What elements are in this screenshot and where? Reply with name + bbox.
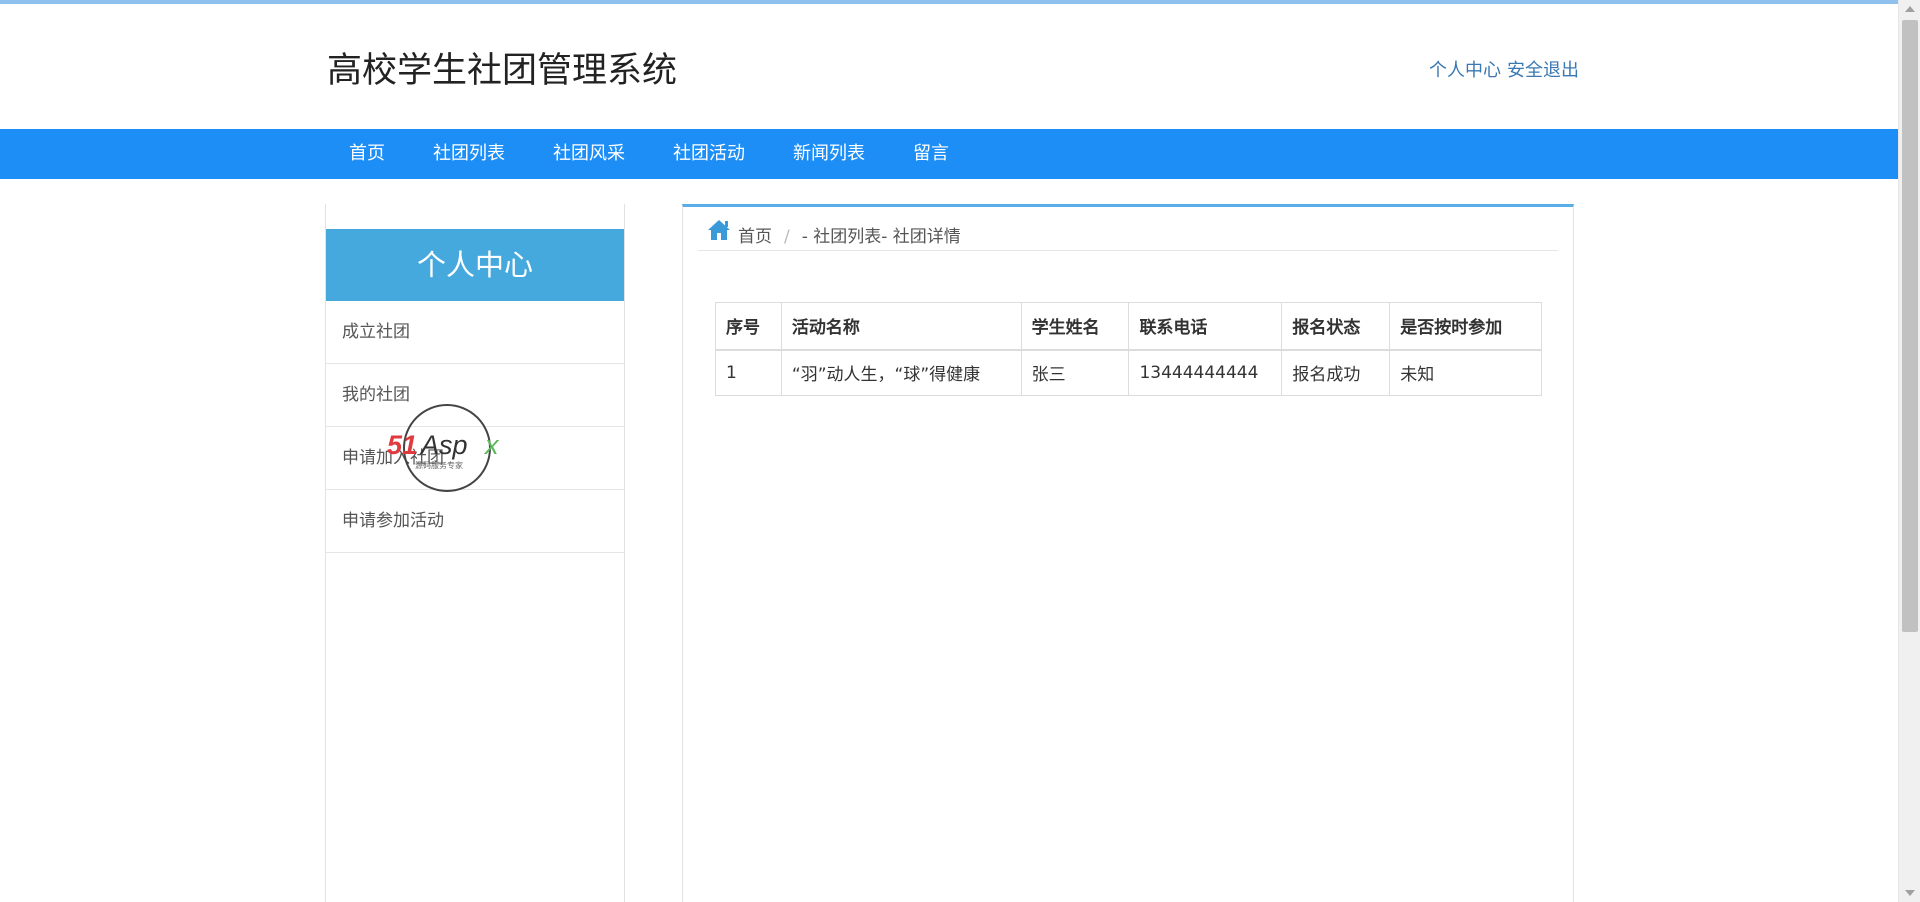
nav-item-home[interactable]: 首页 [325, 129, 409, 179]
header-links: 个人中心 安全退出 [1429, 56, 1579, 82]
svg-text:源码服务专家: 源码服务专家 [415, 460, 463, 470]
nav-item-club-list[interactable]: 社团列表 [409, 129, 529, 179]
col-header-signup-status: 报名状态 [1281, 302, 1391, 351]
svg-text:51: 51 [387, 430, 417, 460]
breadcrumb-current: - 社团列表- 社团详情 [801, 227, 961, 247]
cell-signup-status: 报名成功 [1281, 349, 1391, 396]
col-header-activity-name: 活动名称 [780, 302, 1022, 351]
watermark-logo: 51 Asp x 源码服务专家 [387, 404, 500, 492]
col-header-phone: 联系电话 [1128, 302, 1283, 351]
svg-text:x: x [483, 430, 500, 460]
nav-item-news-list[interactable]: 新闻列表 [769, 129, 889, 179]
sidebar: 个人中心 成立社团 我的社团 申请加入社团 申请参加活动 [325, 204, 625, 902]
nav-item-club-showcase[interactable]: 社团风采 [529, 129, 649, 179]
vertical-scrollbar[interactable] [1898, 0, 1920, 902]
header: 高校学生社团管理系统 个人中心 安全退出 [0, 4, 1898, 128]
site-title: 高校学生社团管理系统 [327, 51, 678, 91]
breadcrumb: 首页 / - 社团列表- 社团详情 [698, 215, 1558, 251]
sidebar-item-apply-activity[interactable]: 申请参加活动 [326, 490, 624, 553]
scroll-down-arrow-icon[interactable] [1899, 884, 1920, 902]
col-header-attended-on-time: 是否按时参加 [1389, 302, 1542, 351]
breadcrumb-home-link[interactable]: 首页 [738, 222, 772, 247]
cell-phone: 13444444444 [1128, 349, 1283, 396]
main-nav: 首页 社团列表 社团风采 社团活动 新闻列表 留言 [0, 129, 1898, 179]
svg-text:Asp: Asp [419, 430, 468, 460]
breadcrumb-separator: / [784, 227, 790, 247]
table-row: 1 “羽”动人生，“球”得健康 张三 13444444444 报名成功 未知 [715, 349, 1542, 396]
cell-attended-on-time: 未知 [1389, 349, 1542, 396]
sidebar-item-create-club[interactable]: 成立社团 [326, 301, 624, 364]
activity-table: 序号 活动名称 学生姓名 联系电话 报名状态 是否按时参加 1 “羽”动人生，“… [715, 302, 1542, 396]
cell-student-name: 张三 [1020, 349, 1130, 396]
main-panel: 首页 / - 社团列表- 社团详情 序号 活动名称 学生姓名 联系电话 报名状态… [682, 204, 1574, 902]
cell-activity-name-link[interactable]: “羽”动人生，“球”得健康 [780, 349, 1022, 396]
personal-center-link[interactable]: 个人中心 [1429, 60, 1501, 81]
home-icon [708, 220, 730, 240]
sidebar-title: 个人中心 [326, 229, 624, 301]
table-header-row: 序号 活动名称 学生姓名 联系电话 报名状态 是否按时参加 [715, 302, 1542, 351]
logout-link[interactable]: 安全退出 [1507, 60, 1579, 81]
scrollbar-thumb[interactable] [1902, 20, 1918, 632]
nav-items: 首页 社团列表 社团风采 社团活动 新闻列表 留言 [325, 129, 973, 179]
nav-item-messages[interactable]: 留言 [889, 129, 973, 179]
nav-item-club-activities[interactable]: 社团活动 [649, 129, 769, 179]
col-header-student-name: 学生姓名 [1020, 302, 1130, 351]
col-header-index: 序号 [715, 302, 782, 351]
cell-index: 1 [715, 349, 782, 396]
scroll-up-arrow-icon[interactable] [1899, 0, 1920, 18]
